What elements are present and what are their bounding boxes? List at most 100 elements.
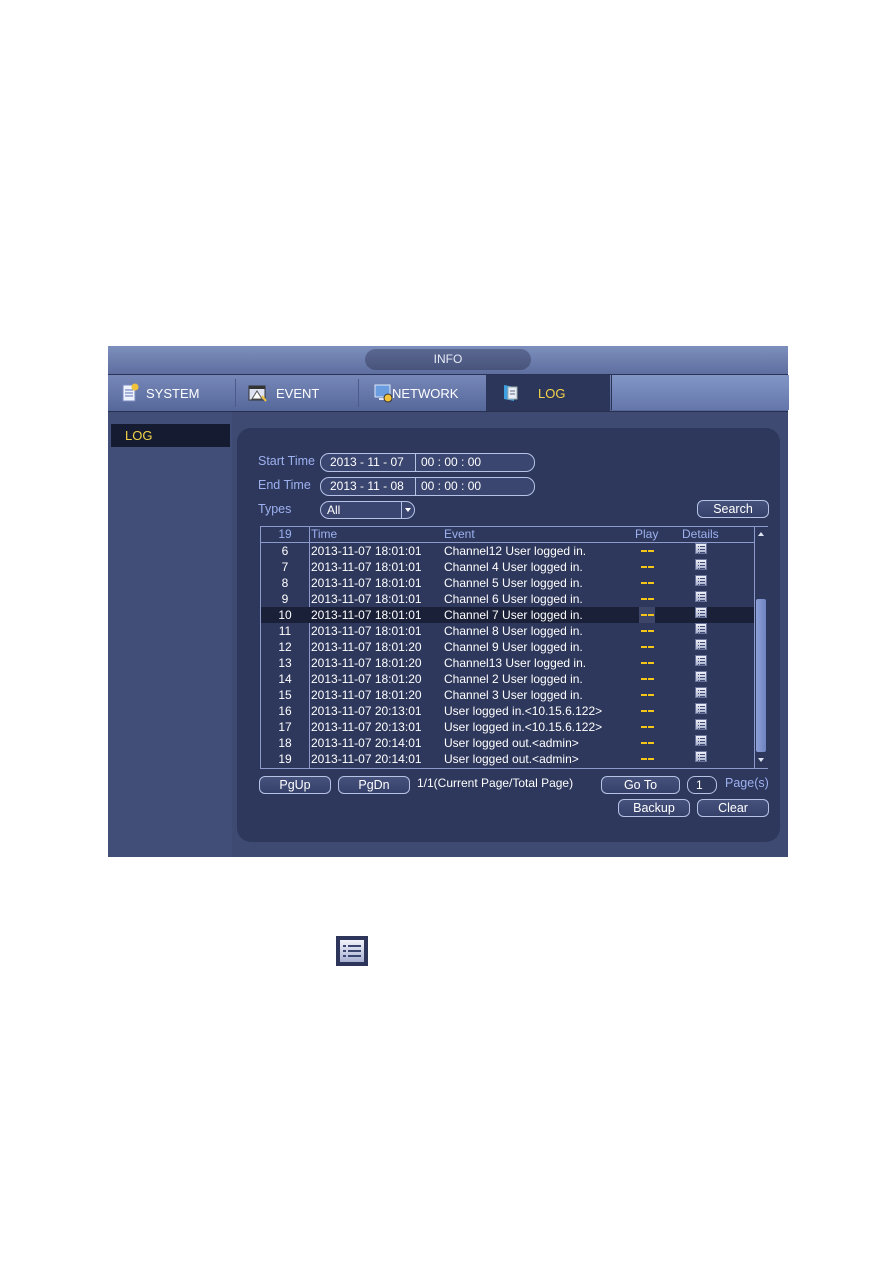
row-number: 7 [281, 560, 289, 574]
tab-divider [235, 379, 236, 407]
play-button[interactable] [639, 655, 655, 671]
row-time: 2013-11-07 20:14:01 [311, 736, 422, 750]
play-dash [648, 694, 654, 696]
row-time: 2013-11-07 20:14:01 [311, 752, 422, 766]
details-list-icon [695, 687, 707, 698]
row-number: 16 [278, 704, 292, 718]
row-time: 2013-11-07 18:01:01 [311, 608, 422, 622]
pgup-button[interactable]: PgUp [259, 776, 331, 794]
tab-network[interactable]: NETWORK [374, 375, 484, 411]
table-row[interactable]: 15 2013-11-07 18:01:20 Channel 3 User logg… [261, 687, 754, 703]
table-row[interactable]: 7 2013-11-07 18:01:01 Channel 4 User logge… [261, 559, 754, 575]
end-date-value[interactable]: 2013 - 11 - 08 [321, 478, 416, 495]
pgdn-button[interactable]: PgDn [338, 776, 410, 794]
details-list-icon [695, 559, 707, 570]
row-event: Channel13 User logged in. [444, 656, 587, 670]
header-event[interactable]: Event [444, 527, 475, 541]
row-number: 14 [278, 672, 292, 686]
scroll-down-icon[interactable] [755, 753, 768, 766]
play-dash [648, 646, 654, 648]
play-dash [648, 582, 654, 584]
play-button[interactable] [639, 639, 655, 655]
play-dash [641, 694, 647, 696]
row-number: 13 [278, 656, 292, 670]
row-time: 2013-11-07 18:01:01 [311, 560, 422, 574]
table-row[interactable]: 12 2013-11-07 18:01:20 Channel 9 User logg… [261, 639, 754, 655]
scroll-up-icon[interactable] [755, 527, 768, 540]
table-row[interactable]: 13 2013-11-07 18:01:20 Channel13 User logg… [261, 655, 754, 671]
start-time-field[interactable]: 2013 - 11 - 07 00 : 00 : 00 [320, 453, 535, 472]
play-button[interactable] [639, 623, 655, 639]
play-button[interactable] [639, 703, 655, 719]
backup-button[interactable]: Backup [618, 799, 690, 817]
start-date-value[interactable]: 2013 - 11 - 07 [321, 454, 416, 471]
scrollbar-thumb[interactable] [756, 599, 766, 752]
log-icon [502, 383, 520, 403]
row-time: 2013-11-07 20:13:01 [311, 704, 422, 718]
table-row[interactable]: 17 2013-11-07 20:13:01 User logged in.<10.… [261, 719, 754, 735]
sidebar-item-log[interactable]: LOG [111, 424, 230, 447]
header-time[interactable]: Time [311, 527, 337, 541]
goto-button[interactable]: Go To [601, 776, 680, 794]
row-number: 10 [278, 608, 292, 622]
details-list-icon [695, 639, 707, 650]
table-row[interactable]: 10 2013-11-07 18:01:01 Channel 7 User logg… [261, 607, 754, 623]
start-time-value[interactable]: 00 : 00 : 00 [416, 454, 481, 471]
play-button[interactable] [639, 607, 655, 623]
header-play: Play [635, 527, 659, 541]
play-button[interactable] [639, 543, 655, 559]
clear-button[interactable]: Clear [697, 799, 769, 817]
vertical-scrollbar[interactable] [754, 527, 768, 768]
tab-bar-filler [611, 375, 789, 410]
play-dash [648, 678, 654, 680]
play-button[interactable] [639, 719, 655, 735]
table-row[interactable]: 14 2013-11-07 18:01:20 Channel 2 User logg… [261, 671, 754, 687]
table-row[interactable]: 19 2013-11-07 20:14:01 User logged out.<ad… [261, 751, 754, 767]
types-value: All [327, 503, 341, 517]
row-number: 18 [278, 736, 292, 750]
goto-page-input[interactable]: 1 [687, 776, 717, 794]
end-time-field[interactable]: 2013 - 11 - 08 00 : 00 : 00 [320, 477, 535, 496]
log-table: 19 Time Event Play Details 6 2013-11-07 1… [260, 526, 768, 769]
table-header: 19 Time Event Play Details [261, 527, 754, 543]
play-dash [641, 758, 647, 760]
row-number: 11 [278, 624, 292, 638]
types-label: Types [258, 502, 292, 516]
table-row[interactable]: 16 2013-11-07 20:13:01 User logged in.<10.… [261, 703, 754, 719]
table-row[interactable]: 11 2013-11-07 18:01:01 Channel 8 User logg… [261, 623, 754, 639]
table-row[interactable]: 8 2013-11-07 18:01:01 Channel 5 User logge… [261, 575, 754, 591]
play-button[interactable] [639, 735, 655, 751]
play-dash [641, 566, 647, 568]
table-row[interactable]: 6 2013-11-07 18:01:01 Channel12 User logge… [261, 543, 754, 559]
row-number: 15 [278, 688, 292, 702]
play-button[interactable] [639, 559, 655, 575]
table-row[interactable]: 18 2013-11-07 20:14:01 User logged out.<ad… [261, 735, 754, 751]
play-dash [641, 582, 647, 584]
start-time-label: Start Time [258, 454, 315, 468]
tab-system[interactable]: SYSTEM [122, 375, 232, 411]
play-dash [641, 662, 647, 664]
play-dash [641, 614, 647, 616]
types-select[interactable]: All [320, 501, 415, 519]
row-time: 2013-11-07 18:01:20 [311, 688, 422, 702]
play-button[interactable] [639, 575, 655, 591]
tab-event[interactable]: EVENT [248, 375, 358, 411]
row-event: User logged out.<admin> [444, 736, 579, 750]
table-row[interactable]: 9 2013-11-07 18:01:01 Channel 6 User logge… [261, 591, 754, 607]
details-list-icon [695, 623, 707, 634]
end-time-value[interactable]: 00 : 00 : 00 [416, 478, 481, 495]
row-time: 2013-11-07 18:01:01 [311, 624, 422, 638]
search-button[interactable]: Search [697, 500, 769, 518]
row-event: Channel 9 User logged in. [444, 640, 583, 654]
play-dash [641, 726, 647, 728]
details-list-icon [695, 591, 707, 602]
play-button[interactable] [639, 687, 655, 703]
play-button[interactable] [639, 751, 655, 767]
play-button[interactable] [639, 591, 655, 607]
tab-log[interactable]: LOG [486, 375, 610, 411]
row-event: User logged in.<10.15.6.122> [444, 720, 603, 734]
dropdown-arrow-icon[interactable] [401, 502, 414, 518]
header-details: Details [682, 527, 719, 541]
play-button[interactable] [639, 671, 655, 687]
title-bar: INFO [108, 346, 788, 375]
